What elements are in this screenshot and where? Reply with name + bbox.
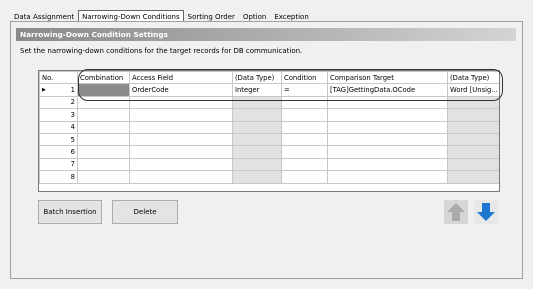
batch-insertion-button[interactable]: Batch Insertion	[38, 200, 102, 224]
access-field-cell[interactable]	[129, 145, 233, 159]
move-up-button[interactable]	[444, 200, 468, 224]
section-header: Narrowing-Down Condition Settings	[16, 28, 516, 41]
row-highlight-outline	[78, 69, 503, 101]
target-data-type-cell	[447, 157, 499, 172]
condition-cell[interactable]	[281, 108, 328, 122]
row-number-cell[interactable]: 3	[39, 108, 78, 122]
row-number-cell[interactable]: 8	[39, 170, 78, 184]
target-data-type-cell	[447, 170, 499, 184]
comparison-target-cell[interactable]	[327, 157, 448, 172]
row-number-cell[interactable]: 4	[39, 120, 78, 134]
data-type-cell	[232, 170, 282, 184]
target-data-type-cell	[447, 120, 499, 134]
condition-cell[interactable]	[281, 132, 328, 147]
data-type-cell	[232, 145, 282, 159]
target-data-type-cell	[447, 108, 499, 122]
table-row[interactable]: 6	[39, 145, 499, 159]
row-number-cell[interactable]: 5	[39, 132, 78, 147]
combination-cell[interactable]	[77, 132, 130, 147]
arrow-down-icon	[477, 203, 495, 221]
comparison-target-cell[interactable]	[327, 120, 448, 134]
access-field-cell[interactable]	[129, 132, 233, 147]
arrow-up-icon	[447, 203, 465, 221]
section-description: Set the narrowing-down conditions for th…	[20, 47, 303, 55]
table-row[interactable]: 7	[39, 157, 499, 172]
comparison-target-cell[interactable]	[327, 170, 448, 184]
row-number-cell[interactable]: 7	[39, 157, 78, 172]
row-number-cell[interactable]: 6	[39, 145, 78, 159]
data-type-cell	[232, 120, 282, 134]
row-number-cell[interactable]: 2	[39, 95, 78, 110]
row-selector-icon: ▶	[42, 87, 46, 94]
delete-button[interactable]: Delete	[112, 200, 178, 224]
combination-cell[interactable]	[77, 145, 130, 159]
condition-cell[interactable]	[281, 145, 328, 159]
access-field-cell[interactable]	[129, 170, 233, 184]
comparison-target-cell[interactable]	[327, 145, 448, 159]
row-number-cell[interactable]: ▶ 1	[39, 83, 78, 97]
table-row[interactable]: 4	[39, 120, 499, 134]
section-title: Narrowing-Down Condition Settings	[20, 30, 168, 39]
condition-cell[interactable]	[281, 157, 328, 172]
access-field-cell[interactable]	[129, 120, 233, 134]
combination-cell[interactable]	[77, 157, 130, 172]
combination-cell[interactable]	[77, 120, 130, 134]
data-type-cell	[232, 132, 282, 147]
access-field-cell[interactable]	[129, 108, 233, 122]
comparison-target-cell[interactable]	[327, 132, 448, 147]
table-row[interactable]: 3	[39, 108, 499, 122]
combination-cell[interactable]	[77, 108, 130, 122]
col-header-no[interactable]: No.	[39, 71, 78, 85]
condition-cell[interactable]	[281, 120, 328, 134]
combination-cell[interactable]	[77, 170, 130, 184]
data-type-cell	[232, 157, 282, 172]
comparison-target-cell[interactable]	[327, 108, 448, 122]
move-down-button[interactable]	[474, 200, 498, 224]
condition-cell[interactable]	[281, 170, 328, 184]
target-data-type-cell	[447, 132, 499, 147]
row-number: 1	[70, 86, 75, 95]
table-row[interactable]: 5	[39, 132, 499, 147]
table-row[interactable]: 8	[39, 170, 499, 184]
target-data-type-cell	[447, 145, 499, 159]
data-type-cell	[232, 108, 282, 122]
access-field-cell[interactable]	[129, 157, 233, 172]
